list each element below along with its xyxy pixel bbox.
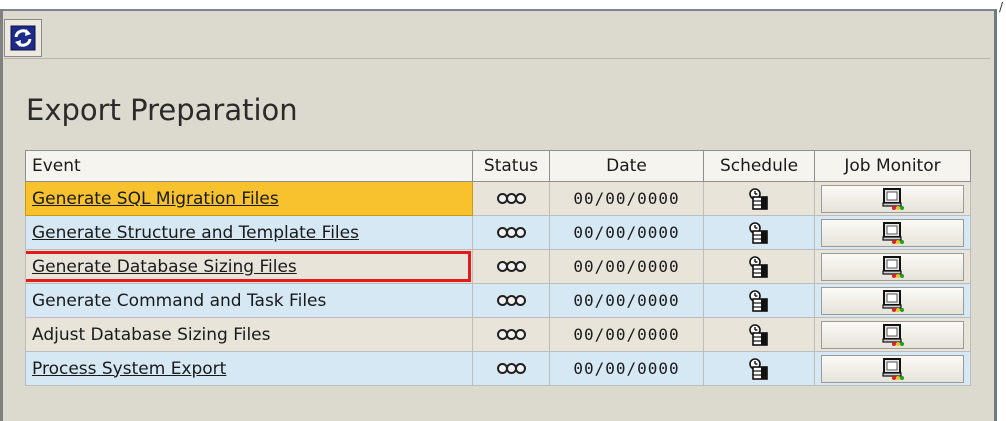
refresh-button[interactable]: [4, 19, 42, 57]
three-circle-status-icon: [496, 227, 526, 238]
status-light: [514, 295, 526, 306]
job-monitor-cell: [814, 317, 971, 352]
three-circle-status-icon: [496, 193, 526, 204]
table-header-row: Event Status Date Schedule Job Monitor: [25, 150, 971, 182]
status-light: [514, 363, 526, 374]
status-cell: [472, 181, 550, 216]
schedule-cell[interactable]: [703, 215, 815, 250]
job-monitor-cell: [814, 351, 971, 386]
event-cell[interactable]: Generate Database Sizing Files: [25, 249, 473, 284]
date-cell: 00/00/0000: [549, 249, 704, 284]
page-title: Export Preparation: [26, 93, 298, 127]
header-job-monitor[interactable]: Job Monitor: [814, 150, 971, 182]
table-row: Process System Export 00/00/0000: [25, 351, 971, 386]
status-light: [514, 329, 526, 340]
job-monitor-button[interactable]: [821, 286, 964, 315]
job-monitor-cell: [814, 181, 971, 216]
three-circle-status-icon: [496, 363, 526, 374]
table-row: Generate SQL Migration Files 00/00/0000: [25, 181, 971, 216]
status-cell: [472, 215, 550, 250]
schedule-icon: [749, 289, 768, 312]
toolbar: [4, 19, 990, 63]
event-cell[interactable]: Generate Structure and Template Files: [25, 215, 473, 250]
job-monitor-icon: [881, 255, 904, 278]
three-circle-status-icon: [496, 261, 526, 272]
event-link[interactable]: Generate Database Sizing Files: [32, 257, 297, 277]
table-row: Generate Database Sizing Files 00/00/0000: [25, 249, 971, 284]
schedule-icon: [749, 221, 768, 244]
event-link[interactable]: Process System Export: [32, 359, 226, 379]
corner-mark: /: [998, 0, 1003, 14]
job-monitor-button[interactable]: [821, 184, 964, 213]
job-monitor-button[interactable]: [821, 354, 964, 383]
date-cell: 00/00/0000: [549, 215, 704, 250]
schedule-icon: [749, 323, 768, 346]
job-monitor-icon: [881, 357, 904, 380]
date-cell: 00/00/0000: [549, 181, 704, 216]
status-light: [514, 227, 526, 238]
schedule-cell[interactable]: [703, 351, 815, 386]
schedule-icon: [749, 255, 768, 278]
job-monitor-cell: [814, 215, 971, 250]
event-cell[interactable]: Generate SQL Migration Files: [25, 181, 473, 216]
event-cell: Generate Command and Task Files: [25, 283, 473, 318]
table-row: Adjust Database Sizing Files 00/00/0000: [25, 317, 971, 352]
refresh-icon: [10, 25, 36, 51]
three-circle-status-icon: [496, 295, 526, 306]
schedule-cell[interactable]: [703, 181, 815, 216]
status-light: [514, 261, 526, 272]
schedule-cell[interactable]: [703, 283, 815, 318]
header-status[interactable]: Status: [472, 150, 550, 182]
job-monitor-cell: [814, 283, 971, 318]
event-label: Adjust Database Sizing Files: [32, 324, 271, 345]
job-monitor-icon: [881, 289, 904, 312]
status-cell: [472, 249, 550, 284]
status-cell: [472, 351, 550, 386]
schedule-icon: [749, 187, 768, 210]
schedule-cell[interactable]: [703, 249, 815, 284]
schedule-icon: [749, 357, 768, 380]
event-cell: Adjust Database Sizing Files: [25, 317, 473, 352]
table-row: Generate Command and Task Files 00/00/000…: [25, 283, 971, 318]
job-monitor-icon: [881, 323, 904, 346]
date-cell: 00/00/0000: [549, 351, 704, 386]
date-cell: 00/00/0000: [549, 317, 704, 352]
status-cell: [472, 283, 550, 318]
three-circle-status-icon: [496, 329, 526, 340]
job-monitor-icon: [881, 221, 904, 244]
status-cell: [472, 317, 550, 352]
toolbar-divider: [4, 58, 990, 59]
table-row: Generate Structure and Template Files 00/…: [25, 215, 971, 250]
job-monitor-icon: [881, 187, 904, 210]
header-event[interactable]: Event: [25, 150, 473, 182]
event-cell[interactable]: Process System Export: [25, 351, 473, 386]
event-link[interactable]: Generate SQL Migration Files: [32, 189, 279, 209]
header-schedule[interactable]: Schedule: [703, 150, 815, 182]
status-light: [514, 193, 526, 204]
job-monitor-cell: [814, 249, 971, 284]
job-monitor-button[interactable]: [821, 252, 964, 281]
event-link[interactable]: Generate Structure and Template Files: [32, 223, 359, 243]
event-label: Generate Command and Task Files: [32, 290, 327, 311]
schedule-cell[interactable]: [703, 317, 815, 352]
event-table: Event Status Date Schedule Job Monitor G…: [25, 150, 971, 386]
job-monitor-button[interactable]: [821, 320, 964, 349]
date-cell: 00/00/0000: [549, 283, 704, 318]
header-date[interactable]: Date: [549, 150, 704, 182]
job-monitor-button[interactable]: [821, 218, 964, 247]
